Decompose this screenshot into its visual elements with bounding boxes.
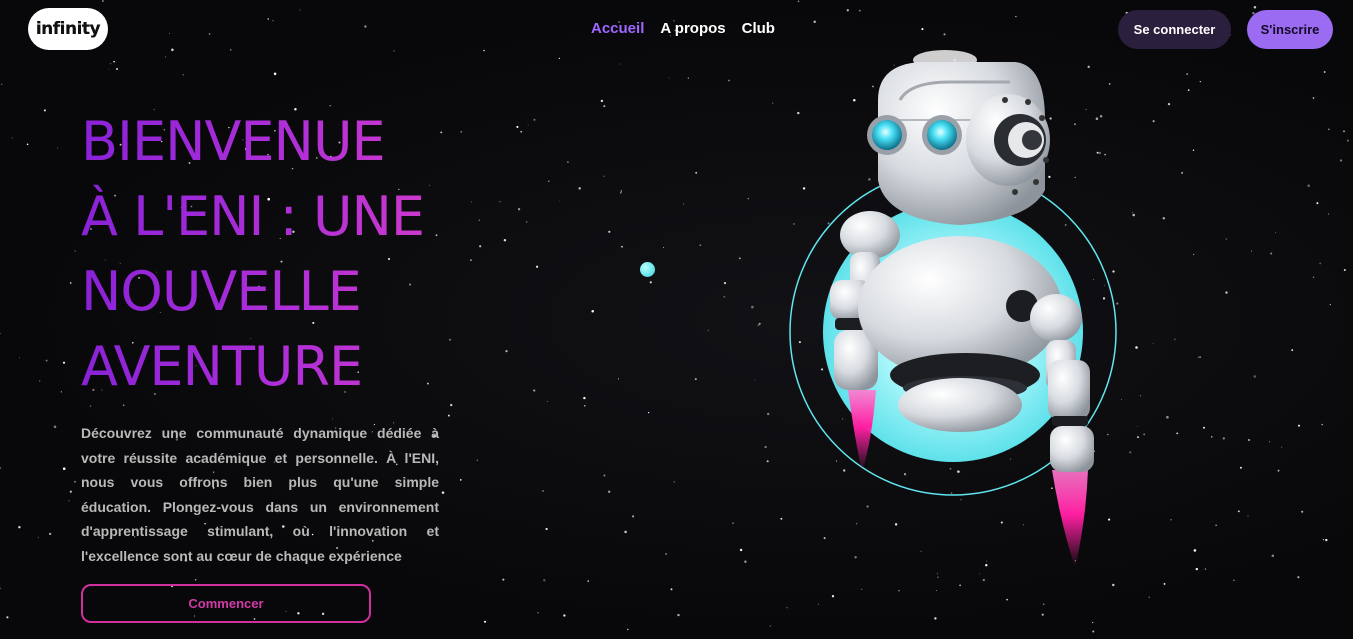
hero-title-line: AVENTURE — [81, 335, 363, 398]
robot-base-icon — [898, 378, 1022, 432]
nav-item-accueil[interactable]: Accueil — [591, 20, 644, 37]
nav-item-a-propos[interactable]: A propos — [660, 20, 725, 37]
hero-title-line: NOUVELLE — [81, 260, 361, 323]
hero-description: Découvrez une communauté dynamique dédié… — [81, 425, 439, 564]
right-thruster-flame-icon — [1052, 470, 1088, 568]
hero-title-line: À L'ENI : UNE — [81, 185, 425, 248]
hero-title: BIENVENUE À L'ENI : UNE NOUVELLE AVENTUR… — [81, 104, 461, 404]
signup-button[interactable]: S'inscrire — [1247, 10, 1333, 49]
robot-illustration-icon — [789, 50, 1117, 568]
floating-orb-icon — [640, 262, 655, 277]
start-button[interactable]: Commencer — [81, 584, 371, 623]
nav-item-club[interactable]: Club — [742, 20, 775, 37]
page: infinity Accueil A propos Club Se connec… — [0, 0, 1353, 639]
robot-head-icon — [867, 50, 1050, 225]
main-nav: Accueil A propos Club — [591, 20, 775, 37]
hero-title-line: BIENVENUE — [81, 110, 385, 173]
logo-text: infinity — [35, 19, 101, 39]
logo[interactable]: infinity — [28, 8, 108, 50]
